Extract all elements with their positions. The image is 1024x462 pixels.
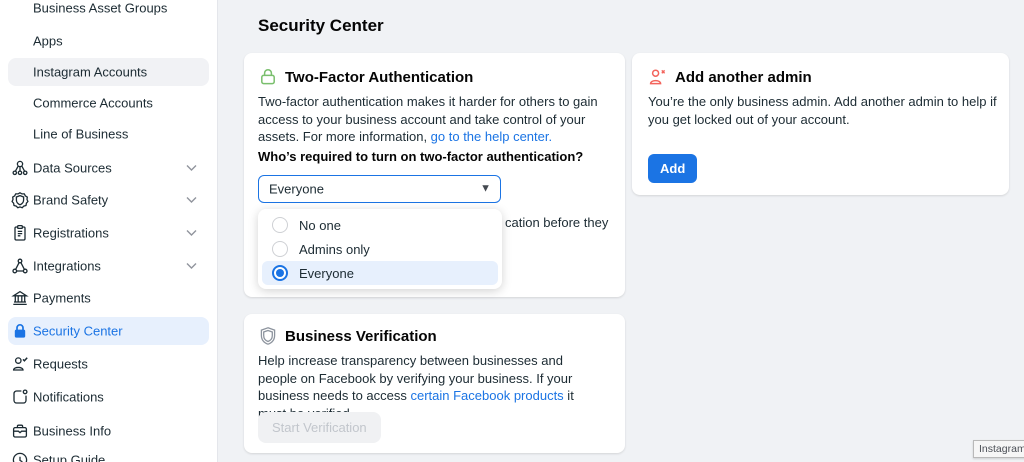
- security-center-page: { "sidebar": { "items": [ { "label": "Bu…: [0, 0, 1024, 462]
- sidebar-item-label: Business Info: [33, 424, 111, 439]
- card-header: Business Verification: [258, 326, 437, 346]
- notifications-icon: [11, 388, 29, 406]
- card-title: Business Verification: [285, 328, 437, 345]
- option-everyone[interactable]: Everyone: [262, 261, 498, 285]
- sidebar-item-registrations[interactable]: Registrations: [8, 219, 209, 247]
- page-title: Security Center: [258, 16, 384, 36]
- sidebar-item-label: Business Asset Groups: [33, 1, 167, 16]
- caret-down-icon: ▼: [480, 182, 491, 194]
- chevron-down-icon[interactable]: [186, 165, 197, 172]
- sidebar-item-payments[interactable]: Payments: [8, 284, 209, 312]
- chevron-down-icon[interactable]: [186, 230, 197, 237]
- sidebar-item-label: Registrations: [33, 226, 109, 241]
- option-label: Everyone: [299, 266, 354, 281]
- sidebar-item-label: Requests: [33, 357, 88, 372]
- sidebar-item-apps[interactable]: Apps: [8, 27, 209, 55]
- sidebar-item-integrations[interactable]: Integrations: [8, 252, 209, 280]
- sidebar-item-label: Brand Safety: [33, 193, 108, 208]
- option-admins-only[interactable]: Admins only: [262, 237, 498, 261]
- two-factor-requirement-select[interactable]: Everyone ▼: [258, 175, 501, 203]
- sidebar-item-setup-guide[interactable]: Setup Guide: [8, 446, 209, 462]
- radio-icon[interactable]: [272, 217, 288, 233]
- card-title: Two-Factor Authentication: [285, 69, 473, 86]
- facebook-products-link[interactable]: certain Facebook products: [410, 388, 563, 403]
- setup-guide-icon: [11, 451, 29, 462]
- chevron-down-icon[interactable]: [186, 263, 197, 270]
- green-lock-icon: [258, 67, 278, 87]
- person-check-icon: [11, 355, 29, 373]
- sidebar-item-business-asset-groups[interactable]: Business Asset Groups: [8, 0, 209, 22]
- sidebar-item-label: Integrations: [33, 259, 101, 274]
- sidebar-item-line-of-business[interactable]: Line of Business: [8, 120, 209, 148]
- sidebar-item-label: Instagram Accounts: [33, 65, 147, 80]
- add-button[interactable]: Add: [648, 154, 697, 183]
- card-header: Add another admin: [648, 67, 812, 87]
- sidebar: Business Asset Groups Apps Instagram Acc…: [0, 0, 218, 462]
- sidebar-item-brand-safety[interactable]: Brand Safety: [8, 186, 209, 214]
- sidebar-item-notifications[interactable]: Notifications: [8, 383, 209, 411]
- business-verification-card: Business Verification Help increase tran…: [244, 314, 625, 453]
- card-title: Add another admin: [675, 69, 812, 86]
- select-value: Everyone: [269, 182, 324, 197]
- sidebar-item-requests[interactable]: Requests: [8, 350, 209, 378]
- person-x-icon: [648, 67, 668, 87]
- sidebar-item-label: Apps: [33, 34, 63, 49]
- sidebar-item-data-sources[interactable]: Data Sources: [8, 154, 209, 182]
- data-sources-icon: [11, 159, 29, 177]
- clipboard-icon: [11, 224, 29, 242]
- option-label: Admins only: [299, 242, 370, 257]
- option-no-one[interactable]: No one: [262, 213, 498, 237]
- instagram-accounts-tooltip: Instagram Accounts: [973, 440, 1024, 458]
- two-factor-question-label: Who’s required to turn on two-factor aut…: [258, 149, 583, 164]
- sidebar-item-commerce-accounts[interactable]: Commerce Accounts: [8, 89, 209, 117]
- sidebar-item-label: Line of Business: [33, 127, 128, 142]
- option-label: No one: [299, 218, 341, 233]
- main-content: Security Center Two-Factor Authenticatio…: [218, 0, 1024, 462]
- add-another-admin-card: Add another admin You’re the only busine…: [632, 53, 1009, 195]
- card-description: Two-factor authentication makes it harde…: [258, 93, 616, 146]
- sidebar-item-label: Data Sources: [33, 161, 112, 176]
- sidebar-item-label: Security Center: [33, 324, 123, 339]
- chevron-down-icon[interactable]: [186, 197, 197, 204]
- help-center-link[interactable]: go to the help center.: [431, 129, 552, 144]
- start-verification-button[interactable]: Start Verification: [258, 412, 381, 443]
- card-description: You’re the only business admin. Add anot…: [648, 93, 998, 128]
- sidebar-item-security-center[interactable]: Security Center: [8, 317, 209, 345]
- radio-selected-icon[interactable]: [272, 265, 288, 281]
- sidebar-item-label: Notifications: [33, 390, 104, 405]
- sidebar-item-label: Commerce Accounts: [33, 96, 153, 111]
- briefcase-icon: [11, 422, 29, 440]
- sidebar-item-business-info[interactable]: Business Info: [8, 417, 209, 445]
- sidebar-item-label: Setup Guide: [33, 453, 105, 462]
- radio-icon[interactable]: [272, 241, 288, 257]
- integrations-icon: [11, 257, 29, 275]
- bank-icon: [11, 289, 29, 307]
- lock-icon: [11, 322, 29, 340]
- card-header: Two-Factor Authentication: [258, 67, 473, 87]
- sidebar-item-instagram-accounts[interactable]: Instagram Accounts: [8, 58, 209, 86]
- two-factor-requirement-dropdown-menu: No one Admins only Everyone: [258, 209, 502, 289]
- sidebar-item-label: Payments: [33, 291, 91, 306]
- double-shield-icon: [258, 326, 278, 346]
- shield-badge-icon: [11, 191, 29, 209]
- obscured-text-fragment: cation before they: [505, 215, 608, 230]
